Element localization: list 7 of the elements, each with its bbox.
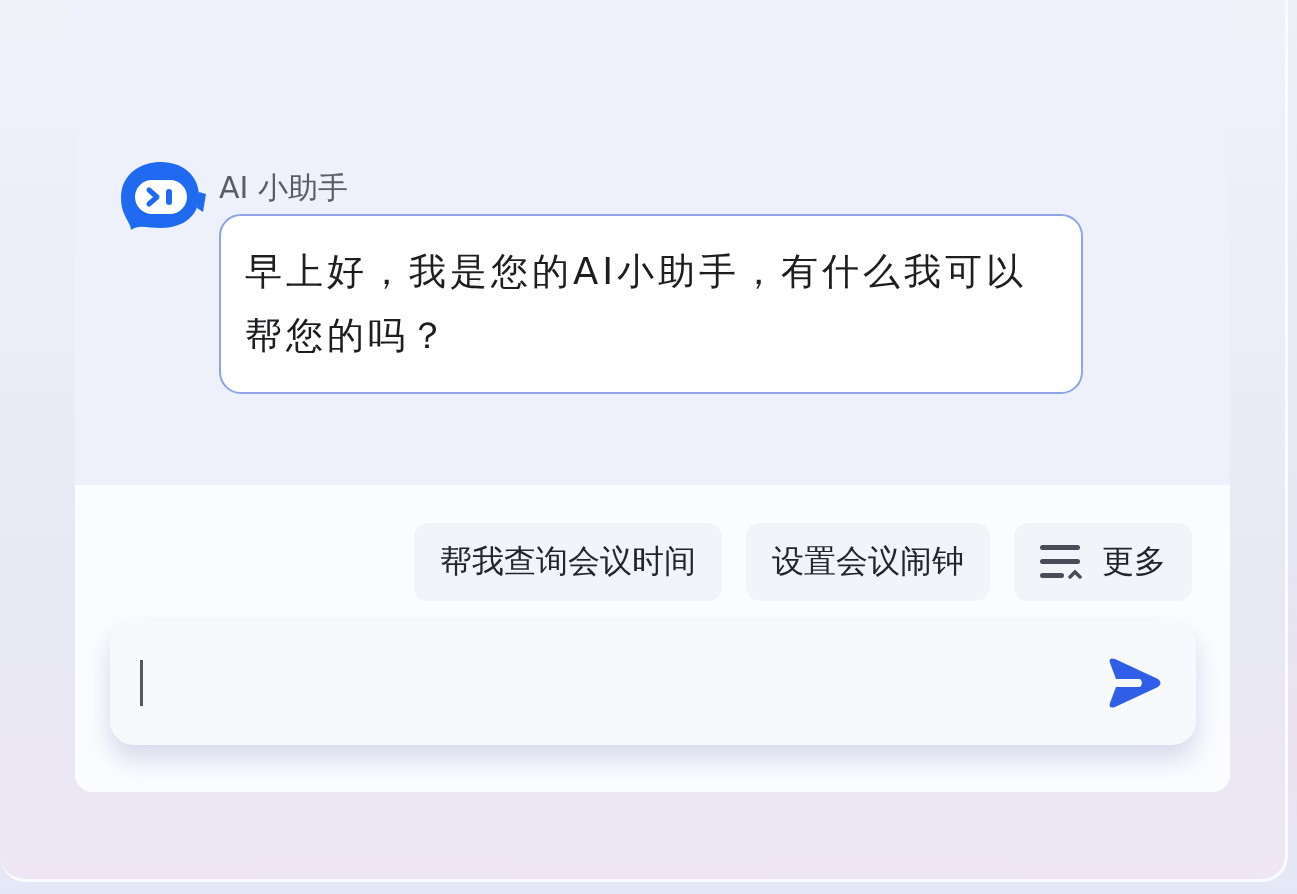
- assistant-name: AI 小助手: [219, 170, 349, 206]
- message-input[interactable]: [110, 621, 1196, 745]
- suggestion-chip[interactable]: 设置会议闹钟: [746, 523, 990, 601]
- more-button[interactable]: 更多: [1014, 523, 1192, 601]
- message-bubble: 早上好，我是您的AI小助手，有什么我可以帮您的吗？: [219, 214, 1083, 394]
- suggestion-chip[interactable]: 帮我查询会议时间: [414, 523, 722, 601]
- list-icon: [1040, 545, 1082, 579]
